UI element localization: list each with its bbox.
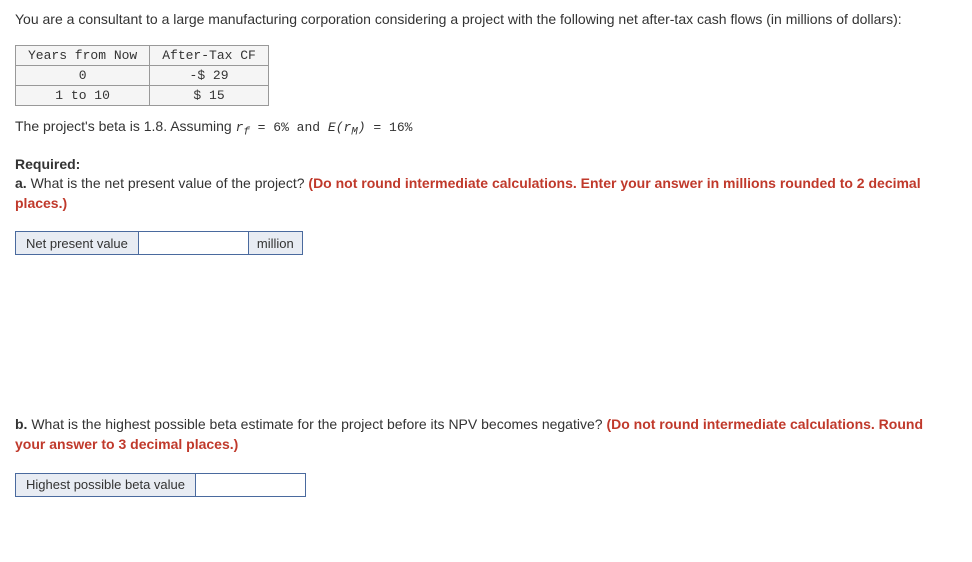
cashflow-table: Years from Now After-Tax CF 0 -$ 29 1 to… <box>15 45 269 106</box>
cf-header-aftercf: After-Tax CF <box>150 45 269 65</box>
cf-row1-cf: $ 15 <box>150 85 269 105</box>
assumption-prefix: The project's beta is 1.8. Assuming <box>15 118 236 134</box>
answer-a-table: Net present value million <box>15 231 303 255</box>
question-a-text: What is the net present value of the pro… <box>27 175 309 191</box>
rf-value: = 6% and <box>250 120 328 135</box>
cf-header-years: Years from Now <box>16 45 150 65</box>
npv-input[interactable] <box>139 232 248 254</box>
question-b-text: What is the highest possible beta estima… <box>27 416 606 432</box>
erm-close: ) <box>358 120 366 135</box>
cf-row0-cf: -$ 29 <box>150 65 269 85</box>
beta-input[interactable] <box>196 474 305 496</box>
cf-row0-years: 0 <box>16 65 150 85</box>
answer-a-unit: million <box>248 232 302 255</box>
answer-a-label: Net present value <box>16 232 139 255</box>
answer-b-label: Highest possible beta value <box>16 473 196 496</box>
required-label: Required: <box>15 156 957 172</box>
question-a-letter: a. <box>15 175 27 191</box>
cf-row1-years: 1 to 10 <box>16 85 150 105</box>
question-a: a. What is the net present value of the … <box>15 174 957 213</box>
assumption-text: The project's beta is 1.8. Assuming rf =… <box>15 118 957 139</box>
erm-symbol: E(r <box>328 120 351 135</box>
question-b: b. What is the highest possible beta est… <box>15 415 957 454</box>
answer-b-table: Highest possible beta value <box>15 473 306 497</box>
intro-text: You are a consultant to a large manufact… <box>15 10 957 30</box>
question-b-letter: b. <box>15 416 27 432</box>
erm-value: = 16% <box>366 120 413 135</box>
